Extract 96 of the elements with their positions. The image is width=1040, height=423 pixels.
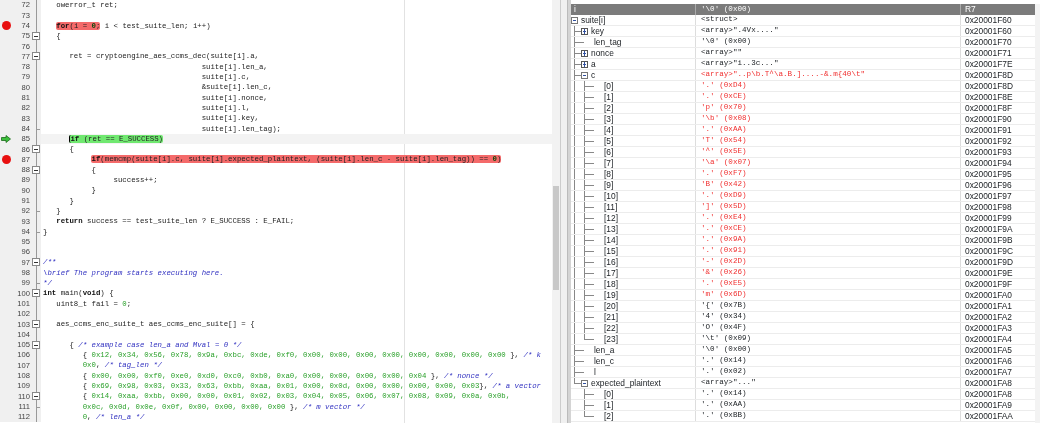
collapse-icon[interactable] — [571, 16, 578, 24]
variable-location: 0x20001FA5 — [965, 343, 1013, 357]
variable-location: 0x20001F60 — [965, 24, 1012, 38]
variable-location: 0x20001FA8 — [965, 376, 1013, 390]
variable-name: [7] — [604, 157, 614, 170]
variable-name: [13] — [604, 223, 618, 236]
variable-location: 0x20001FA2 — [965, 310, 1013, 324]
collapse-icon[interactable] — [32, 52, 40, 61]
variable-name: [12] — [604, 212, 618, 225]
variable-location: 0x20001F92 — [965, 134, 1012, 148]
scrollbar-thumb[interactable] — [553, 186, 559, 290]
variable-name: key — [591, 25, 605, 38]
collapse-icon[interactable] — [32, 145, 40, 154]
variable-name: [18] — [604, 278, 618, 291]
collapse-icon[interactable] — [32, 320, 40, 329]
variable-name: [1] — [604, 91, 614, 104]
collapse-icon[interactable] — [32, 289, 40, 298]
variable-name: [6] — [604, 146, 614, 159]
variable-name: [1] — [604, 399, 614, 412]
expand-icon[interactable] — [581, 49, 588, 57]
breakpoint-icon[interactable] — [1, 21, 11, 31]
variable-name: [0] — [604, 388, 614, 401]
collapse-icon[interactable] — [32, 340, 40, 349]
variable-location: 0x20001FA8 — [965, 387, 1013, 401]
variable-location: 0x20001F9D — [965, 255, 1013, 269]
variable-name: [5] — [604, 135, 614, 148]
variable-name: [22] — [604, 322, 618, 335]
variable-name: [10] — [604, 190, 618, 203]
header-text: i — [574, 3, 576, 16]
variable-name: [23] — [604, 333, 618, 346]
variable-location: 0x20001F96 — [965, 178, 1012, 192]
variable-location: 0x20001F8F — [965, 101, 1013, 115]
variable-location: 0x20001F99 — [965, 211, 1012, 225]
variable-name: [2] — [604, 410, 614, 423]
collapse-icon[interactable] — [581, 71, 588, 79]
breakpoint-icon[interactable] — [1, 155, 11, 165]
variable-location: 0x20001F90 — [965, 112, 1012, 126]
variable-location: 0x20001F9F — [965, 277, 1013, 291]
variable-name: expected_plaintext — [591, 376, 661, 390]
variable-location: 0x20001FA9 — [965, 398, 1013, 412]
variable-location: 0x20001F98 — [965, 200, 1012, 214]
variable-location: 0x20001FA7 — [965, 365, 1013, 379]
variable-location: 0x20001F8D — [965, 68, 1013, 82]
collapse-icon[interactable] — [32, 258, 40, 267]
variable-name: [11] — [604, 201, 618, 214]
variable-name: c — [591, 68, 596, 82]
variable-location: 0x20001F9C — [965, 244, 1013, 258]
variable-name: len_c — [594, 355, 615, 368]
variable-location: 0x20001F8D — [965, 79, 1013, 93]
variable-location: 0x20001F8E — [965, 90, 1013, 104]
variable-location: 0x20001F94 — [965, 156, 1012, 170]
variable-name: [4] — [604, 124, 614, 137]
expand-icon[interactable] — [581, 60, 588, 68]
expand-icon[interactable] — [581, 27, 588, 35]
variable-name: [8] — [604, 168, 614, 181]
variable-name: [17] — [604, 267, 618, 280]
variable-name: [21] — [604, 311, 618, 324]
variable-name: [16] — [604, 256, 618, 269]
variable-location: 0x20001F7E — [965, 57, 1013, 71]
scrollbar[interactable] — [1035, 4, 1040, 423]
variable-name: len_tag — [594, 36, 622, 49]
variable-name: l — [594, 366, 596, 379]
variable-name: [20] — [604, 300, 618, 313]
variable-location: 0x20001FA0 — [965, 288, 1013, 302]
variable-location: 0x20001F9B — [965, 233, 1013, 247]
variable-name: [15] — [604, 245, 618, 258]
variable-name: [9] — [604, 179, 614, 192]
collapse-icon[interactable] — [32, 31, 40, 40]
variable-location: 0x20001F71 — [965, 46, 1012, 60]
variable-location: 0x20001F95 — [965, 167, 1012, 181]
variable-location: 0x20001FAA — [965, 409, 1013, 423]
variable-location: 0x20001F9A — [965, 222, 1013, 236]
variable-name: [2] — [604, 102, 614, 115]
variable-location: 0x20001FA6 — [965, 354, 1013, 368]
scrollbar[interactable] — [552, 0, 560, 423]
variable-location: 0x20001F97 — [965, 189, 1012, 203]
variable-location: 0x20001F91 — [965, 123, 1012, 137]
collapse-icon[interactable] — [581, 379, 588, 387]
variable-location: 0x20001F70 — [965, 35, 1012, 49]
variable-name: nonce — [591, 47, 614, 60]
variable-name: suite[i] — [581, 13, 606, 27]
collapse-icon[interactable] — [32, 165, 40, 174]
variable-name: a — [591, 57, 596, 71]
variable-name: [3] — [604, 113, 614, 126]
variable-name: [19] — [604, 289, 618, 302]
header-text: R7 — [965, 3, 976, 16]
variable-location: 0x20001F60 — [965, 13, 1012, 27]
variable-location: 0x20001F93 — [965, 145, 1012, 159]
variable-location: 0x20001FA3 — [965, 321, 1013, 335]
variable-name: [0] — [604, 79, 614, 93]
variable-name: [14] — [604, 234, 618, 247]
variable-location: 0x20001FA4 — [965, 332, 1013, 346]
variable-location: 0x20001FA1 — [965, 299, 1013, 313]
variable-location: 0x20001F9E — [965, 266, 1013, 280]
variable-name: len_a — [594, 344, 615, 357]
collapse-icon[interactable] — [32, 392, 40, 401]
